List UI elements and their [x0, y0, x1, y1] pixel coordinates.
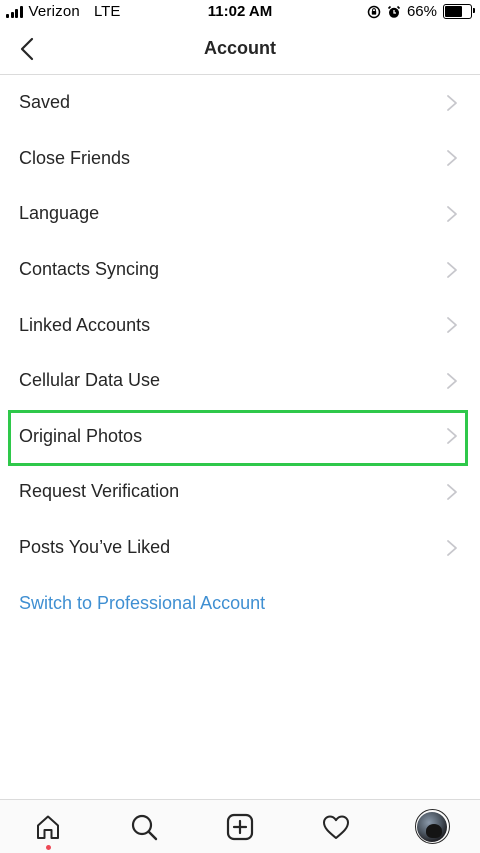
tab-activity[interactable]	[306, 802, 366, 852]
menu-item-request-verification[interactable]: Request Verification	[0, 464, 480, 520]
menu-item-contacts-syncing[interactable]: Contacts Syncing	[0, 242, 480, 298]
tab-profile[interactable]	[402, 802, 462, 852]
menu-item-close-friends[interactable]: Close Friends	[0, 131, 480, 187]
menu-item-label: Linked Accounts	[19, 314, 151, 335]
chevron-right-icon	[447, 150, 457, 167]
battery-level	[445, 6, 462, 17]
switch-to-professional-label: Switch to Professional Account	[19, 592, 266, 613]
menu-item-posts-liked[interactable]: Posts You’ve Liked	[0, 520, 480, 576]
chevron-right-icon	[447, 317, 457, 334]
tab-search[interactable]	[114, 802, 174, 852]
chevron-right-icon	[447, 484, 457, 500]
menu-item-label: Request Verification	[19, 481, 180, 502]
menu-item-saved[interactable]: Saved	[0, 75, 480, 131]
menu-item-label: Close Friends	[19, 147, 131, 168]
menu-item-label: Cellular Data Use	[19, 370, 161, 391]
add-post-icon	[226, 813, 254, 840]
tab-new-post[interactable]	[210, 802, 270, 852]
menu-item-cellular-data-use[interactable]: Cellular Data Use	[0, 353, 480, 409]
menu-item-linked-accounts[interactable]: Linked Accounts	[0, 297, 480, 353]
chevron-right-icon	[447, 428, 457, 445]
chevron-right-icon	[447, 206, 457, 222]
switch-to-professional-link[interactable]: Switch to Professional Account	[0, 575, 480, 631]
account-menu: Saved Close Friends Language Contacts Sy…	[0, 75, 480, 631]
avatar-image	[417, 811, 447, 842]
tab-home[interactable]	[18, 802, 78, 852]
avatar	[414, 809, 450, 844]
battery-percent: 66%	[406, 3, 437, 20]
activity-heart-icon	[323, 815, 349, 839]
status-bar: Verizon LTE 11:02 AM 66%	[0, 0, 480, 24]
menu-item-label: Contacts Syncing	[19, 259, 160, 280]
battery-icon	[443, 4, 475, 19]
chevron-right-icon	[447, 372, 457, 389]
menu-item-language[interactable]: Language	[0, 186, 480, 242]
menu-item-label: Language	[19, 203, 100, 224]
chevron-right-icon	[447, 539, 457, 556]
status-right: 66%	[367, 3, 475, 20]
menu-item-label: Original Photos	[19, 425, 143, 446]
menu-item-label: Saved	[19, 92, 71, 113]
page-title: Account	[204, 38, 276, 58]
menu-item-original-photos[interactable]: Original Photos	[0, 409, 480, 466]
notification-dot	[45, 844, 51, 850]
chevron-right-icon	[447, 261, 457, 278]
header: Account	[0, 24, 480, 75]
menu-item-label: Posts You’ve Liked	[19, 537, 171, 558]
orientation-lock-icon	[367, 5, 381, 18]
bottom-tab-bar	[0, 799, 480, 853]
alarm-icon	[387, 5, 401, 18]
search-icon	[131, 814, 158, 840]
chevron-right-icon	[447, 94, 457, 111]
home-icon	[37, 815, 59, 839]
